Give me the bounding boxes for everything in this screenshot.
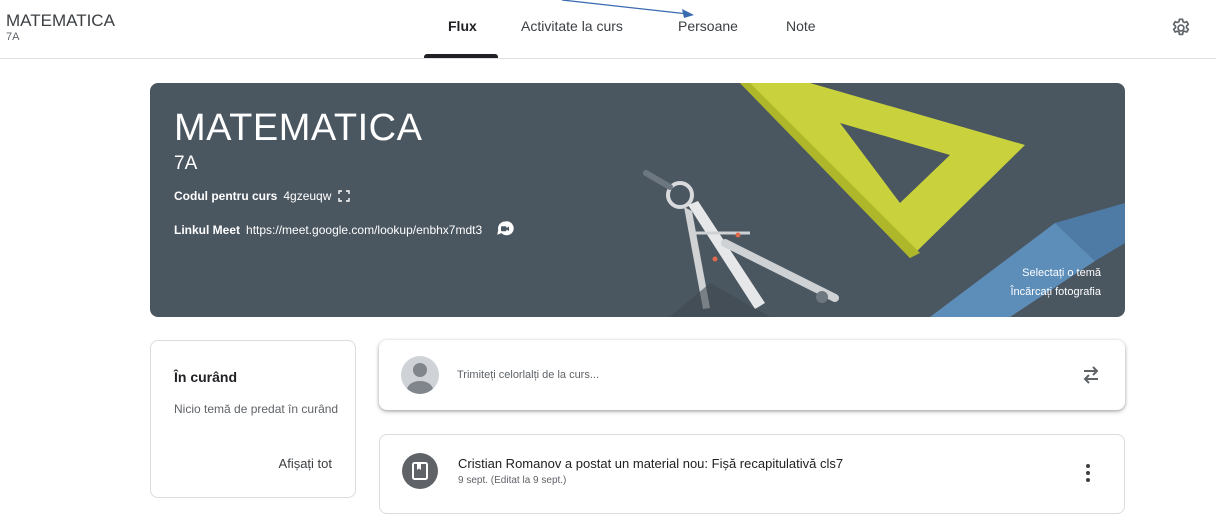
course-title[interactable]: MATEMATICA [6, 11, 115, 31]
meet-link-url[interactable]: https://meet.google.com/lookup/enbhx7mdt… [246, 223, 482, 237]
composer-placeholder[interactable]: Trimiteți celorlalți de la curs... [457, 369, 599, 381]
upload-photo-link[interactable]: Încărcați fotografia [1011, 286, 1102, 298]
tab-classwork[interactable]: Activitate la curs [521, 18, 623, 34]
view-all-link[interactable]: Afișați tot [279, 456, 332, 471]
upcoming-card: În curând Nicio temă de predat în curând… [150, 340, 356, 498]
more-options-icon[interactable] [1085, 463, 1091, 483]
gear-icon[interactable] [1170, 17, 1192, 39]
announcement-composer[interactable]: Trimiteți celorlalți de la curs... [379, 340, 1125, 410]
tab-people[interactable]: Persoane [678, 18, 738, 34]
upcoming-empty-text: Nicio temă de predat în curând [174, 402, 339, 416]
class-code-label: Codul pentru curs [174, 189, 278, 203]
tab-grades[interactable]: Note [786, 18, 816, 34]
course-section: 7A [6, 31, 20, 43]
upcoming-title: În curând [174, 369, 238, 385]
post-title[interactable]: Cristian Romanov a postat un material no… [458, 456, 843, 471]
banner-course-title: MATEMATICA [174, 107, 423, 149]
meet-link-label: Linkul Meet [174, 223, 241, 237]
video-call-icon[interactable] [496, 220, 514, 238]
meet-link-row: Linkul Meet https://meet.google.com/looku… [174, 220, 514, 238]
post-date: 9 sept. (Editat la 9 sept.) [458, 475, 567, 486]
class-code-row: Codul pentru curs 4gzeuqw [174, 189, 350, 203]
avatar [401, 356, 439, 394]
select-theme-link[interactable]: Selectați o temă [1022, 267, 1101, 279]
tab-stream[interactable]: Flux [448, 18, 477, 34]
fullscreen-icon[interactable] [338, 190, 350, 202]
repost-icon[interactable] [1081, 364, 1101, 386]
banner-course-section: 7A [174, 153, 198, 174]
top-bar: MATEMATICA 7A Flux Activitate la curs Pe… [0, 0, 1216, 59]
active-tab-indicator [424, 54, 498, 58]
class-code-value: 4gzeuqw [283, 189, 332, 203]
person-icon [407, 363, 433, 394]
material-icon [402, 453, 438, 489]
course-banner: MATEMATICA 7A Codul pentru curs 4gzeuqw L… [150, 83, 1125, 317]
stream-post[interactable]: Cristian Romanov a postat un material no… [379, 434, 1125, 514]
